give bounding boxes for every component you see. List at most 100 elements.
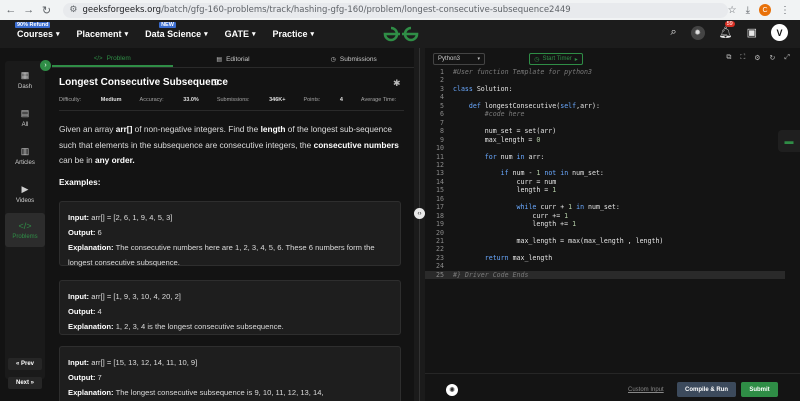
gfg-logo[interactable]: [381, 25, 421, 43]
problem-description: Given an array arr[] of non-negative int…: [59, 122, 404, 169]
compile-run-button[interactable]: Compile & Run: [677, 382, 736, 397]
custom-input-link[interactable]: Custom Input: [628, 387, 664, 393]
code-text: while curr + 1 in num_set:: [453, 203, 620, 211]
nav-data-science[interactable]: NEW Data Science ▾: [145, 22, 208, 39]
code-line[interactable]: 12: [425, 161, 785, 169]
code-token: 1: [564, 211, 569, 220]
resize-handle-icon[interactable]: ‹›: [414, 208, 425, 219]
code-line[interactable]: 11 for num in arr:: [425, 153, 785, 161]
sidebar-item-dash[interactable]: ▦ Dash: [5, 63, 45, 97]
code-line[interactable]: 16: [425, 195, 785, 203]
output-label: Output:: [68, 307, 96, 316]
report-bug-icon[interactable]: ✱: [393, 78, 401, 89]
translate-icon[interactable]: ▣: [747, 26, 757, 39]
code-line[interactable]: 13 if num - 1 not in num_set:: [425, 169, 785, 177]
extension-icon[interactable]: C: [759, 4, 771, 16]
input-label: Input:: [68, 292, 90, 301]
notification-bell-icon[interactable]: 🔔︎ 59: [719, 21, 735, 39]
reset-icon[interactable]: ↻: [770, 54, 776, 62]
explanation-label: Explanation:: [68, 388, 114, 397]
nav-practice[interactable]: Practice ▾: [272, 29, 314, 39]
code-token: #} Driver Code Ends: [453, 270, 529, 279]
code-line[interactable]: 5 def longestConsecutive(self,arr):: [425, 102, 785, 110]
fullscreen-icon[interactable]: ⤢: [784, 54, 790, 62]
panel-splitter[interactable]: ‹›: [414, 48, 425, 401]
code-text: for num in arr:: [453, 152, 545, 161]
start-timer-button[interactable]: ◷ Start Timer ▸: [529, 53, 583, 65]
browser-menu-icon[interactable]: ⋮: [780, 5, 790, 16]
code-token: 1: [552, 186, 557, 195]
code-token: in: [576, 203, 589, 212]
code-token: num_set:: [572, 169, 604, 178]
tab-submissions[interactable]: ◷ Submissions: [293, 52, 414, 67]
settings-icon[interactable]: ⚙: [754, 54, 760, 62]
code-line[interactable]: 4: [425, 93, 785, 101]
next-button[interactable]: Next »: [8, 377, 42, 389]
bookmark-star-icon[interactable]: ☆: [728, 5, 737, 16]
sidebar-item-problems[interactable]: </> Problems: [5, 213, 45, 247]
language-select[interactable]: Python3 ▾: [433, 53, 485, 65]
nav-placement[interactable]: Placement ▾: [77, 29, 129, 39]
user-avatar[interactable]: V: [771, 24, 788, 41]
nav-practice-label: Practice: [272, 29, 308, 39]
code-line[interactable]: 7: [425, 119, 785, 127]
explanation-label: Explanation:: [68, 243, 114, 252]
code-line[interactable]: 23 return max_length: [425, 254, 785, 262]
code-area[interactable]: 1 #User function Template for python3 2 3 cl…: [425, 68, 800, 283]
line-number: 9: [440, 135, 444, 144]
search-icon[interactable]: ⌕: [670, 26, 676, 39]
points-value: 4: [339, 97, 343, 103]
tab-problem[interactable]: </> Problem: [52, 52, 173, 67]
code-line[interactable]: 2: [425, 76, 785, 84]
nav-courses[interactable]: 90% Refund Courses ▾: [15, 22, 60, 39]
code-line[interactable]: 10: [425, 144, 785, 152]
download-icon[interactable]: ⤓: [746, 5, 750, 16]
code-line[interactable]: 20: [425, 229, 785, 237]
back-arrow-icon[interactable]: ←: [4, 3, 18, 17]
accuracy-label: Accuracy:: [139, 97, 164, 103]
code-line[interactable]: 25 #} Driver Code Ends: [425, 270, 785, 280]
code-line[interactable]: 15 length = 1: [425, 186, 785, 194]
code-line[interactable]: 17 while curr + 1 in num_set:: [425, 203, 785, 211]
sidebar-collapse-button[interactable]: ›: [40, 60, 51, 71]
timer-icon: ◷: [534, 56, 540, 63]
prev-button[interactable]: « Prev: [8, 358, 42, 370]
lightbulb-icon[interactable]: ✺: [446, 384, 458, 396]
desc-bold: consecutive numbers: [313, 139, 399, 150]
input-label: Input:: [68, 358, 90, 367]
code-line[interactable]: 19 length += 1: [425, 220, 785, 228]
expand-icon[interactable]: ⛶: [740, 54, 745, 62]
code-line[interactable]: 21 max_length = max(max_length , length): [425, 237, 785, 245]
chevron-down-icon: ▾: [124, 31, 129, 38]
example-box-3: Input: arr[] = [15, 13, 12, 14, 11, 10, …: [59, 346, 401, 401]
code-line[interactable]: 18 curr += 1: [425, 212, 785, 220]
code-line[interactable]: 1 #User function Template for python3: [425, 68, 785, 76]
address-bar[interactable]: ⚙ geeksforgeeks.org/batch/gfg-160-proble…: [63, 2, 728, 18]
code-line[interactable]: 14 curr = num: [425, 178, 785, 186]
code-text: class Solution:: [453, 85, 513, 93]
line-number: 15: [436, 186, 444, 195]
code-line[interactable]: 22: [425, 245, 785, 253]
line-number: 21: [436, 237, 444, 245]
sidebar-item-videos[interactable]: ▶ Videos: [5, 177, 45, 211]
forward-arrow-icon[interactable]: →: [22, 3, 36, 17]
code-line[interactable]: 6 #code here: [425, 110, 785, 118]
submit-button[interactable]: Submit: [741, 382, 778, 397]
chat-icon[interactable]: ▬: [778, 130, 800, 152]
theme-toggle-icon[interactable]: ✹: [690, 25, 705, 40]
code-icon: </>: [93, 55, 103, 62]
sidebar-item-all[interactable]: ▤ All: [5, 101, 45, 135]
code-token: num_set = set(arr): [453, 127, 557, 136]
sidebar-item-articles[interactable]: ▥ Articles: [5, 139, 45, 173]
code-line[interactable]: 9 max_length = 0: [425, 136, 785, 144]
code-token: num: [500, 152, 517, 161]
tab-editorial[interactable]: ▤ Editorial: [173, 52, 294, 67]
code-line[interactable]: 3 class Solution:: [425, 85, 785, 93]
reload-icon[interactable]: ↻: [40, 3, 54, 17]
copy-icon[interactable]: ⧉: [726, 54, 731, 62]
code-line[interactable]: 8 num_set = set(arr): [425, 127, 785, 135]
bookmark-icon[interactable]: ⊡: [211, 77, 219, 88]
nav-gate[interactable]: GATE ▾: [225, 29, 256, 39]
site-settings-icon[interactable]: ⚙: [69, 5, 77, 15]
code-line[interactable]: 24: [425, 262, 785, 270]
